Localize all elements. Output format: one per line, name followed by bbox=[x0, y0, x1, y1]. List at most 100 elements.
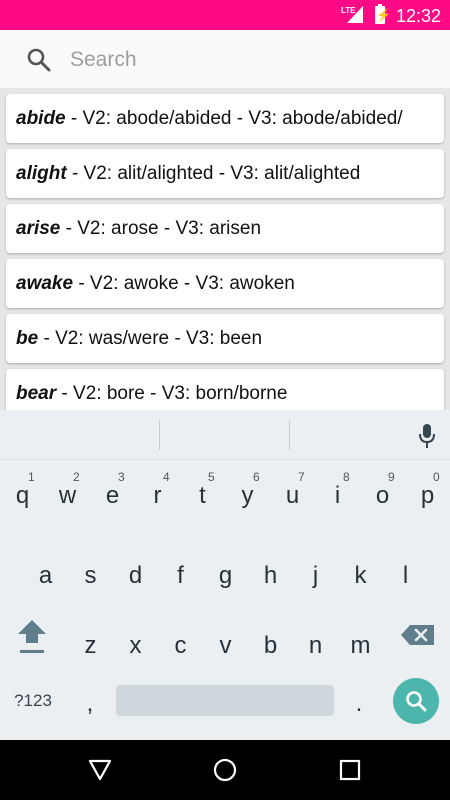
verb-forms: - V2: was/were - V3: been bbox=[38, 327, 263, 349]
verb-card[interactable]: bear - V2: bore - V3: born/borne bbox=[6, 369, 444, 410]
key-hint-number: 5 bbox=[208, 470, 215, 484]
status-time: 12:32 bbox=[396, 6, 442, 26]
letter-key[interactable]: p0 bbox=[405, 470, 450, 520]
key-label: v bbox=[219, 632, 232, 659]
verb-forms: - V2: alit/alighted - V3: alit/alighted bbox=[66, 162, 361, 184]
key-label: f bbox=[177, 562, 184, 589]
delete-key[interactable] bbox=[398, 615, 438, 655]
letter-key[interactable]: i8 bbox=[315, 470, 360, 520]
verb-card[interactable]: arise - V2: arose - V3: arisen bbox=[6, 204, 444, 253]
verb-card[interactable]: be - V2: was/were - V3: been bbox=[6, 314, 444, 363]
letter-key[interactable]: r4 bbox=[135, 470, 180, 520]
letter-key[interactable]: w2 bbox=[45, 470, 90, 520]
key-label: h bbox=[263, 562, 278, 589]
verb-base-form: bear bbox=[16, 382, 57, 404]
verb-base-form: abide bbox=[16, 107, 66, 129]
letter-key[interactable]: o9 bbox=[360, 470, 405, 520]
key-label: t bbox=[199, 482, 206, 509]
key-label: j bbox=[312, 562, 319, 589]
letter-key[interactable]: u7 bbox=[270, 470, 315, 520]
letter-key[interactable]: c bbox=[158, 620, 203, 670]
status-bar: LTE ⚡ 12:32 bbox=[0, 0, 450, 30]
soft-keyboard: q1w2e3r4t5y6u7i8o9p0asdfghjklzxcvbnm ?12… bbox=[0, 410, 450, 740]
key-label: d bbox=[128, 562, 143, 589]
key-hint-number: 3 bbox=[118, 470, 125, 484]
key-label: k bbox=[354, 562, 367, 589]
key-label: m bbox=[350, 632, 371, 659]
back-triangle-icon[interactable] bbox=[88, 759, 112, 781]
letter-key[interactable]: l bbox=[383, 550, 428, 600]
key-label: l bbox=[402, 562, 409, 589]
key-label: a bbox=[38, 562, 53, 589]
navigation-bar bbox=[0, 740, 450, 800]
verb-card[interactable]: alight - V2: alit/alighted - V3: alit/al… bbox=[6, 149, 444, 198]
period-key[interactable]: . bbox=[344, 690, 374, 720]
letter-key[interactable]: y6 bbox=[225, 470, 270, 520]
key-label: q bbox=[15, 482, 30, 509]
suggestion-divider bbox=[289, 420, 290, 450]
microphone-icon[interactable] bbox=[417, 423, 437, 449]
key-label: g bbox=[218, 562, 233, 589]
key-hint-number: 4 bbox=[163, 470, 170, 484]
home-circle-icon[interactable] bbox=[213, 758, 237, 782]
verb-forms: - V2: awoke - V3: awoken bbox=[73, 272, 295, 294]
symbols-key[interactable]: ?123 bbox=[8, 686, 58, 716]
key-hint-number: 7 bbox=[298, 470, 305, 484]
letter-key[interactable]: h bbox=[248, 550, 293, 600]
letter-key[interactable]: j bbox=[293, 550, 338, 600]
shift-icon bbox=[18, 620, 46, 653]
space-bar[interactable] bbox=[116, 685, 334, 716]
key-label: i bbox=[334, 482, 341, 509]
key-label: p bbox=[420, 482, 435, 509]
key-label: e bbox=[105, 482, 120, 509]
verb-base-form: alight bbox=[16, 162, 67, 184]
letter-key[interactable]: f bbox=[158, 550, 203, 600]
signal-icon bbox=[347, 6, 363, 23]
letter-key[interactable]: x bbox=[113, 620, 158, 670]
verb-forms: - V2: abode/abided - V3: abode/abided/ bbox=[65, 107, 403, 129]
search-icon[interactable] bbox=[26, 47, 52, 73]
verb-card[interactable]: abide - V2: abode/abided - V3: abode/abi… bbox=[6, 94, 444, 143]
letter-key[interactable]: b bbox=[248, 620, 293, 670]
key-hint-number: 2 bbox=[73, 470, 80, 484]
verb-card[interactable]: awake - V2: awoke - V3: awoken bbox=[6, 259, 444, 308]
letter-key[interactable]: a bbox=[23, 550, 68, 600]
verb-forms: - V2: bore - V3: born/borne bbox=[56, 382, 288, 404]
recent-apps-icon[interactable] bbox=[339, 759, 361, 781]
key-hint-number: 1 bbox=[28, 470, 35, 484]
key-label: z bbox=[84, 632, 97, 659]
verb-list[interactable]: abide - V2: abode/abided - V3: abode/abi… bbox=[0, 88, 450, 410]
key-label: w bbox=[58, 482, 77, 509]
letter-key[interactable]: q1 bbox=[0, 470, 45, 520]
letter-key[interactable]: s bbox=[68, 550, 113, 600]
backspace-icon bbox=[401, 625, 434, 645]
search-input[interactable] bbox=[70, 44, 430, 76]
letter-key[interactable]: k bbox=[338, 550, 383, 600]
verb-base-form: arise bbox=[16, 217, 61, 239]
letter-key[interactable]: t5 bbox=[180, 470, 225, 520]
letter-key[interactable]: e3 bbox=[90, 470, 135, 520]
key-label: c bbox=[174, 632, 187, 659]
letter-key[interactable]: d bbox=[113, 550, 158, 600]
letter-key[interactable]: z bbox=[68, 620, 113, 670]
letter-key[interactable]: g bbox=[203, 550, 248, 600]
letter-key[interactable]: m bbox=[338, 620, 383, 670]
search-bar bbox=[0, 30, 450, 88]
letter-key[interactable]: n bbox=[293, 620, 338, 670]
suggestion-strip bbox=[0, 410, 450, 460]
keyboard-search-key[interactable] bbox=[393, 678, 439, 724]
verb-base-form: be bbox=[16, 327, 39, 349]
verb-base-form: awake bbox=[16, 272, 74, 294]
key-hint-number: 6 bbox=[253, 470, 260, 484]
key-label: u bbox=[285, 482, 300, 509]
shift-key[interactable] bbox=[10, 610, 54, 660]
letter-key[interactable]: v bbox=[203, 620, 248, 670]
search-icon bbox=[406, 691, 427, 712]
key-hint-number: 0 bbox=[433, 470, 440, 484]
suggestion-divider bbox=[159, 420, 160, 450]
key-hint-number: 9 bbox=[388, 470, 395, 484]
comma-key[interactable]: , bbox=[72, 690, 108, 720]
key-label: n bbox=[308, 632, 323, 659]
key-label: y bbox=[241, 482, 254, 509]
key-label: r bbox=[153, 482, 162, 509]
